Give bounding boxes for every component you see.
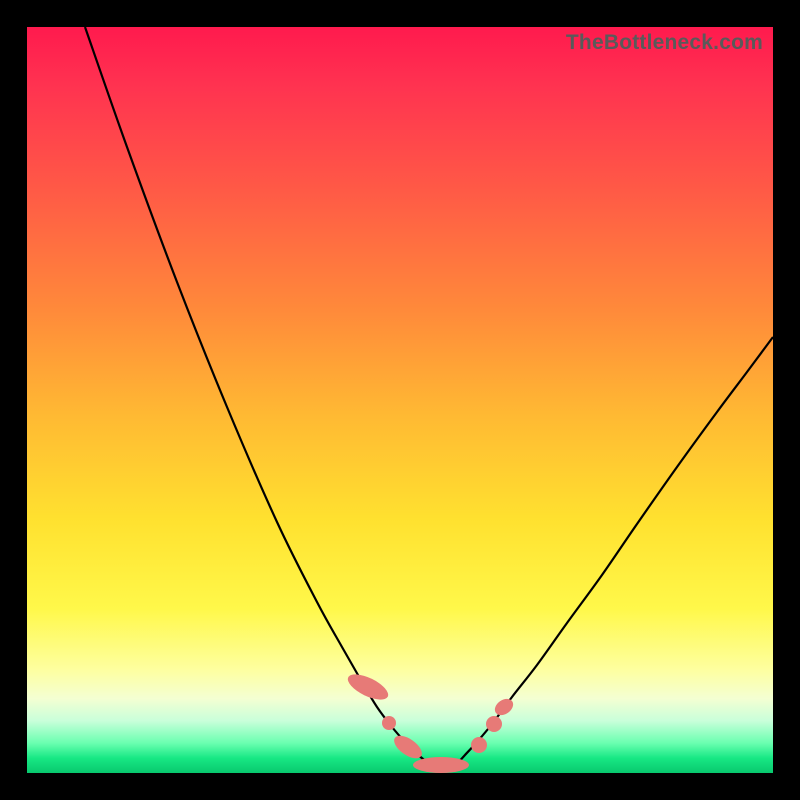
markers-group: [344, 669, 516, 773]
marker-6: [492, 696, 516, 719]
marker-3: [413, 757, 469, 773]
marker-4: [471, 737, 487, 753]
series-left-curve: [85, 27, 427, 762]
plot-area: TheBottleneck.com: [27, 27, 773, 773]
marker-5: [486, 716, 502, 732]
marker-1: [382, 716, 396, 730]
curves-layer: [27, 27, 773, 773]
series-group: [85, 27, 773, 765]
chart-frame: TheBottleneck.com: [0, 0, 800, 800]
marker-0: [344, 669, 391, 704]
